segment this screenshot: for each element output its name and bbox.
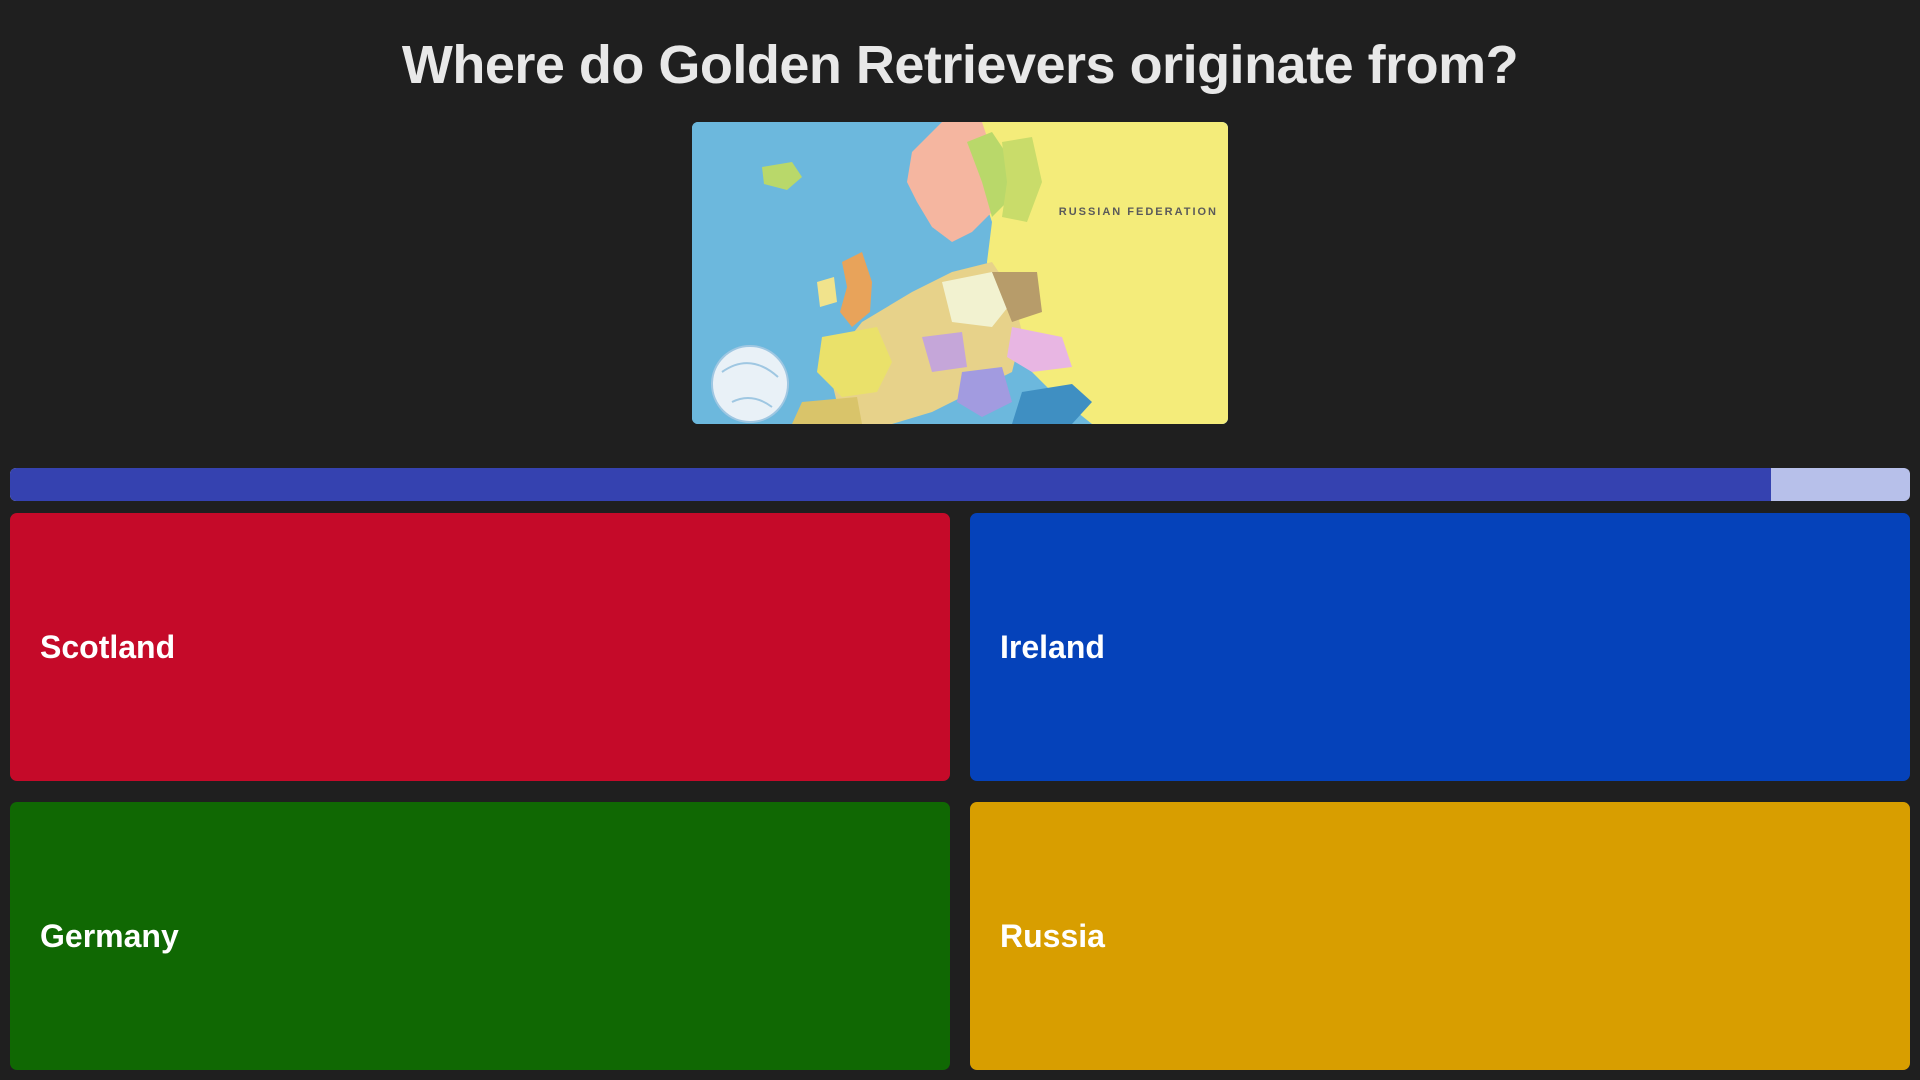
map-graphic [692, 122, 1228, 424]
map-label: RUSSIAN FEDERATION [1058, 206, 1218, 218]
timer-progress-fill [10, 468, 1772, 501]
question-title: Where do Golden Retrievers originate fro… [401, 35, 1519, 95]
answer-label: Scotland [40, 628, 176, 665]
timer-progress-bar [10, 468, 1910, 501]
answer-button-germany[interactable]: Germany [10, 802, 950, 1070]
europe-map-image: RUSSIAN FEDERATION [692, 122, 1228, 424]
answer-button-scotland[interactable]: Scotland [10, 513, 950, 781]
answer-button-russia[interactable]: Russia [970, 802, 1910, 1070]
answer-button-ireland[interactable]: Ireland [970, 513, 1910, 781]
answer-label: Ireland [1000, 628, 1105, 665]
answer-label: Germany [40, 917, 179, 954]
answer-label: Russia [1000, 917, 1105, 954]
